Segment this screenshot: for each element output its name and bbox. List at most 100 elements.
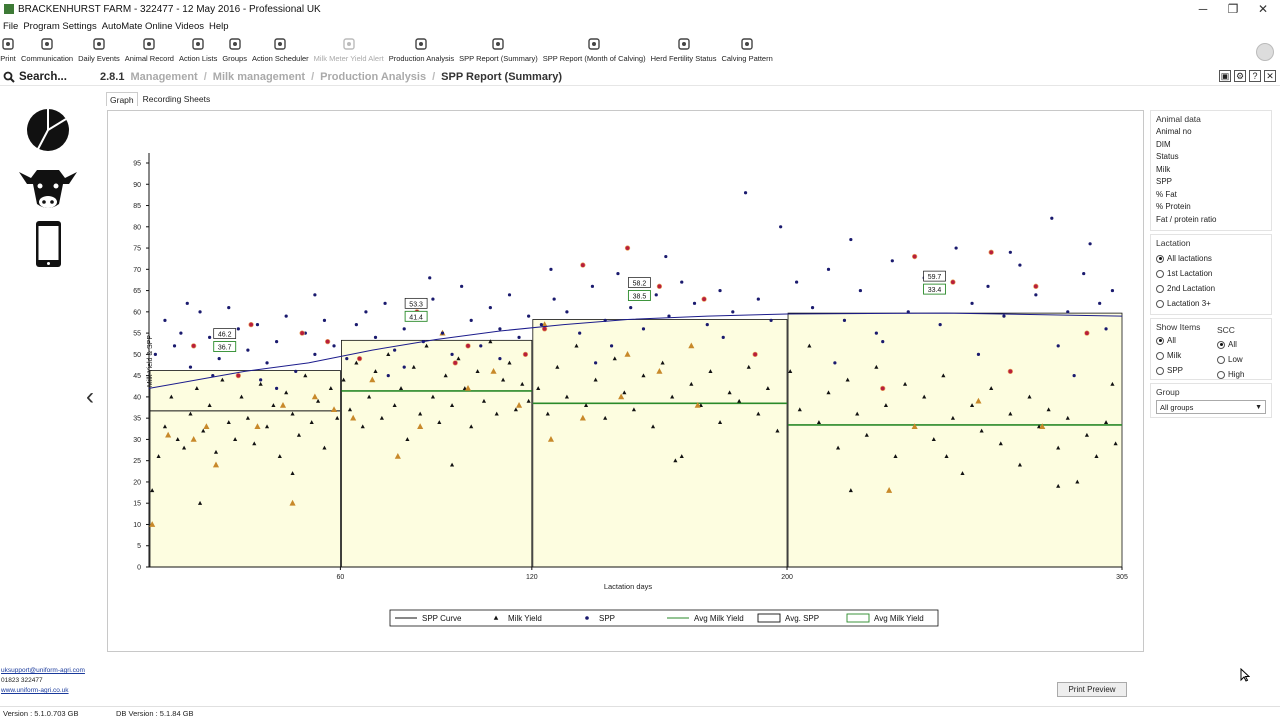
spp-high-point <box>580 262 586 268</box>
toolbar-animal-record-button[interactable]: Animal Record <box>125 36 174 63</box>
radio-button-icon[interactable] <box>1156 284 1164 293</box>
toolbar-calving-pattern-button[interactable]: Calving Pattern <box>721 36 773 63</box>
avg-milk-callout: 38.5 <box>633 293 647 300</box>
radio-button-icon[interactable] <box>1156 336 1164 345</box>
spp-point <box>1082 271 1086 276</box>
title-bar: BRACKENHURST FARM - 322477 - 12 May 2016… <box>0 0 1280 18</box>
search-box[interactable]: Search... <box>0 71 100 83</box>
animal-data-field: SPP <box>1156 177 1173 186</box>
scc-option-label: All <box>1228 340 1237 349</box>
spp-point <box>498 357 502 361</box>
legend-swatch <box>846 613 870 623</box>
spp-point <box>743 191 748 195</box>
radio-button-icon[interactable] <box>1156 351 1164 360</box>
x-tick-label: 120 <box>526 574 538 581</box>
avg-spp-bar <box>341 339 533 568</box>
y-tick-label: 40 <box>133 394 141 401</box>
toolbar-print-button[interactable]: Print <box>0 36 16 63</box>
lactation-option[interactable]: Lactation 3+ <box>1156 296 1266 311</box>
toolbar-spp-report-month-of-calving-button[interactable]: SPP Report (Month of Calving) <box>543 36 646 63</box>
radio-button-icon[interactable] <box>1217 370 1225 379</box>
radio-button-icon[interactable] <box>1156 299 1164 308</box>
toolbar-action-lists-button[interactable]: Action Lists <box>179 36 217 63</box>
collapse-sidebar-icon[interactable]: ‹ <box>86 383 94 411</box>
toolbar-milk-meter-yield-alert-button: Milk Meter Yield Alert <box>314 36 384 63</box>
group-dropdown-value: All groups <box>1160 402 1194 412</box>
spp-point <box>259 378 263 382</box>
scc-option-label: Low <box>1228 355 1243 364</box>
show-items-option[interactable]: SPP <box>1156 363 1183 378</box>
lactation-option[interactable]: 2nd Lactation <box>1156 281 1266 296</box>
user-menu-icon[interactable] <box>1256 43 1274 61</box>
spp-point <box>217 357 221 361</box>
stopwatch-icon <box>272 36 288 52</box>
pie-chart-icon[interactable] <box>26 106 70 154</box>
toolbar-spp-report-summary-button[interactable]: SPP Report (Summary) <box>459 36 538 63</box>
toolbar-communication-button[interactable]: Communication <box>21 36 73 63</box>
show-items-option[interactable]: Milk <box>1156 348 1183 363</box>
spp-point <box>402 327 406 331</box>
print-preview-button[interactable]: Print Preview <box>1057 682 1127 697</box>
support-web-link[interactable]: www.uniform-agri.co.uk <box>1 686 85 696</box>
animal-data-field: Fat / protein ratio <box>1156 214 1217 224</box>
radio-button-icon[interactable] <box>1217 355 1225 364</box>
toolbar-production-analysis-button[interactable]: Production Analysis <box>389 36 454 63</box>
menu-file[interactable]: File <box>3 21 18 32</box>
scc-option[interactable]: High <box>1217 367 1244 382</box>
radio-button-icon[interactable] <box>1217 340 1225 349</box>
spp-chart: 0 5 10 15 20 25 30 35 40 45 50 55 60 65 70 75 80 85 90 95 60… <box>133 153 1128 627</box>
spp-point <box>488 305 492 310</box>
menu-bar: File Program Settings AutoMate Online Vi… <box>0 18 1280 34</box>
menu-program-settings[interactable]: Program Settings <box>23 21 96 32</box>
spp-point <box>313 293 317 297</box>
app-icon <box>4 4 14 14</box>
toolbar-daily-events-button[interactable]: Daily Events <box>78 36 120 63</box>
avg-milk-callout: 33.4 <box>928 287 942 294</box>
cow-head-icon[interactable] <box>17 164 79 212</box>
toolbar-label: Milk Meter Yield Alert <box>313 54 384 63</box>
spp-point <box>479 344 483 348</box>
tab-recording-sheets[interactable]: Recording Sheets <box>140 92 214 106</box>
minimize-button[interactable]: ─ <box>1188 0 1218 18</box>
spp-point <box>833 361 837 365</box>
radio-button-icon[interactable] <box>1156 269 1164 278</box>
show-items-option[interactable]: All <box>1156 333 1183 348</box>
breadcrumb-management[interactable]: Management <box>130 71 197 83</box>
breadcrumb-production-analysis[interactable]: Production Analysis <box>320 71 426 83</box>
spp-high-point <box>541 326 548 332</box>
lactation-option[interactable]: All lactations <box>1156 251 1266 266</box>
spp-point <box>498 327 502 331</box>
show-items-option-label: All <box>1167 336 1176 345</box>
radio-button-icon[interactable] <box>1156 366 1164 375</box>
close-page-icon[interactable]: ✕ <box>1264 70 1276 82</box>
toolbar-action-scheduler-button[interactable]: Action Scheduler <box>252 36 309 63</box>
breadcrumb-milk-management[interactable]: Milk management <box>213 71 305 83</box>
y-tick-label: 30 <box>133 437 141 444</box>
settings-icon[interactable]: ⚙ <box>1234 70 1246 82</box>
spp-high-point <box>356 355 363 362</box>
spp-point <box>1018 263 1022 267</box>
scc-option[interactable]: All <box>1217 337 1244 352</box>
menu-automate-videos[interactable]: AutoMate Online Videos <box>102 21 204 32</box>
help-icon[interactable]: ? <box>1249 70 1261 82</box>
radio-button-icon[interactable] <box>1156 254 1164 263</box>
spp-point <box>364 310 368 314</box>
animal-data-field: % Protein <box>1156 202 1191 211</box>
layout-icon[interactable]: ▣ <box>1219 70 1231 82</box>
spp-point <box>255 323 260 327</box>
menu-help[interactable]: Help <box>209 21 229 32</box>
spp-point <box>616 271 620 276</box>
tab-graph[interactable]: Graph <box>106 92 138 106</box>
support-email-link[interactable]: uksupport@uniform-agri.com <box>1 666 85 676</box>
restore-button[interactable]: ❐ <box>1218 0 1248 18</box>
toolbar-groups-button[interactable]: Groups <box>222 36 247 63</box>
spp-point <box>954 246 958 250</box>
mobile-phone-icon[interactable] <box>35 220 62 268</box>
group-dropdown[interactable]: All groups ▼ <box>1156 400 1266 414</box>
spp-high-point <box>191 343 197 349</box>
close-button[interactable]: ✕ <box>1248 0 1278 18</box>
toolbar-herd-fertility-status-button[interactable]: Herd Fertility Status <box>651 36 716 63</box>
lactation-option[interactable]: 1st Lactation <box>1156 266 1266 281</box>
scc-option[interactable]: Low <box>1217 352 1244 367</box>
meter-icon <box>341 36 357 52</box>
